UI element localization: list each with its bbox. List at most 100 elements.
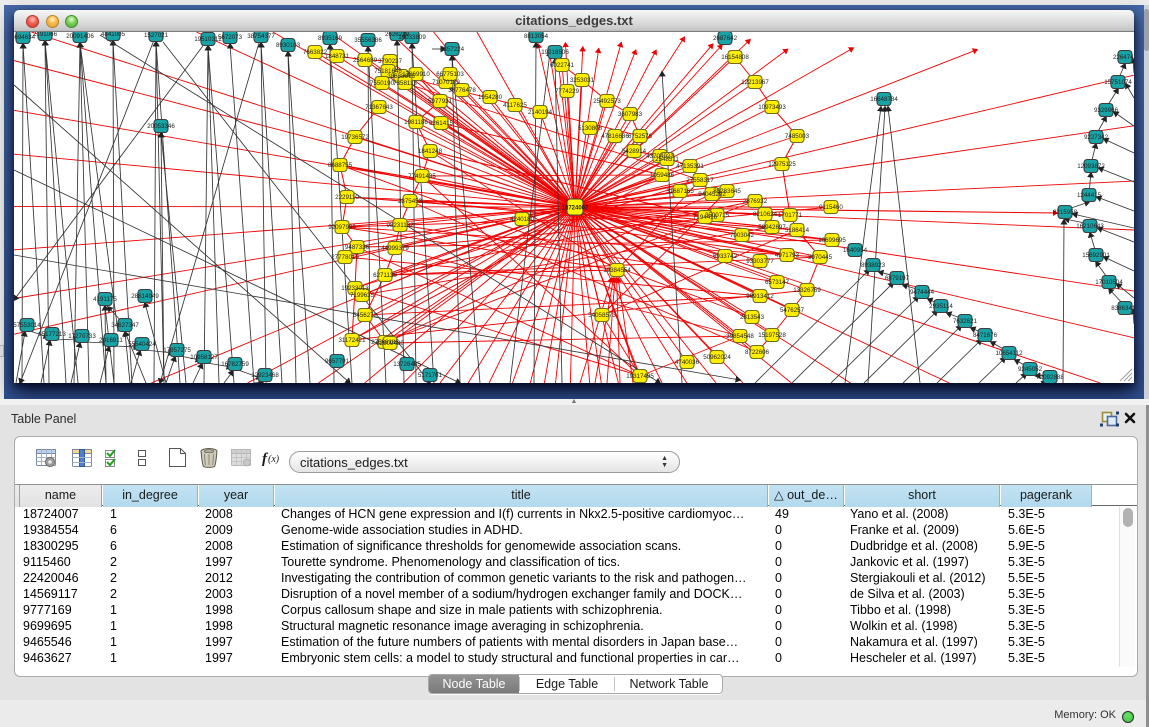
svg-text:9474444: 9474444 <box>910 289 935 296</box>
svg-text:4971793: 4971793 <box>775 252 800 259</box>
svg-text:5186414: 5186414 <box>785 227 810 234</box>
svg-text:1244415: 1244415 <box>1077 192 1102 199</box>
svg-text:20053346: 20053346 <box>147 123 175 130</box>
svg-text:1954280: 1954280 <box>478 94 503 101</box>
svg-text:4841005: 4841005 <box>101 32 126 38</box>
svg-text:1701771: 1701771 <box>778 212 803 219</box>
svg-text:2813543: 2813543 <box>740 314 765 321</box>
svg-text:66775103: 66775103 <box>436 71 464 78</box>
svg-text:17010504: 17010504 <box>1095 279 1123 286</box>
svg-text:55540424: 55540424 <box>128 341 156 348</box>
svg-text:9657791: 9657791 <box>325 358 350 365</box>
svg-text:9487336: 9487336 <box>345 244 370 251</box>
svg-text:1640954: 1640954 <box>843 247 868 254</box>
svg-text:5476257: 5476257 <box>780 307 805 314</box>
svg-text:20091406: 20091406 <box>66 33 94 40</box>
svg-text:30776478: 30776478 <box>448 87 476 94</box>
svg-text:15197528: 15197528 <box>758 332 786 339</box>
svg-text:13326769: 13326769 <box>793 287 821 294</box>
svg-text:4117625: 4117625 <box>503 102 527 109</box>
svg-text:98231132: 98231132 <box>386 222 414 229</box>
svg-text:38754377: 38754377 <box>247 33 275 40</box>
svg-text:2548511: 2548511 <box>655 156 679 163</box>
svg-text:7550190: 7550190 <box>370 80 395 87</box>
svg-text:17957275: 17957275 <box>163 347 191 354</box>
svg-text:7774229: 7774229 <box>555 88 580 95</box>
svg-text:2375453: 2375453 <box>398 198 423 205</box>
svg-text:85283645: 85283645 <box>713 188 741 195</box>
svg-text:16210643: 16210643 <box>1076 223 1104 230</box>
svg-text:92097999: 92097999 <box>328 224 356 231</box>
svg-text:7485003: 7485003 <box>785 133 810 140</box>
svg-text:2876932: 2876932 <box>743 198 768 205</box>
svg-text:9227342: 9227342 <box>1084 134 1109 141</box>
svg-text:6573147: 6573147 <box>765 279 790 286</box>
svg-text:19218506: 19218506 <box>541 49 569 56</box>
svg-text:31172421: 31172421 <box>338 337 366 344</box>
svg-text:50962024: 50962024 <box>703 354 731 361</box>
svg-text:16154808: 16154808 <box>721 54 749 61</box>
svg-text:1981186: 1981186 <box>404 119 428 126</box>
svg-text:5428914: 5428914 <box>622 148 647 155</box>
svg-text:1841248: 1841248 <box>418 148 443 155</box>
svg-text:10973493: 10973493 <box>758 104 786 111</box>
svg-text:9245052: 9245052 <box>1018 366 1043 373</box>
svg-text:8688755: 8688755 <box>328 162 353 169</box>
svg-text:34627347: 34627347 <box>111 322 139 329</box>
svg-text:3253031: 3253031 <box>570 77 595 84</box>
svg-text:9115460: 9115460 <box>819 204 843 211</box>
svg-text:25492573: 25492573 <box>593 98 621 105</box>
svg-text:57553014: 57553014 <box>14 322 41 329</box>
svg-text:2564689: 2564689 <box>353 57 378 64</box>
svg-text:16033809: 16033809 <box>398 34 426 41</box>
svg-text:15692901: 15692901 <box>1082 252 1110 259</box>
svg-text:31687165: 31687165 <box>666 188 694 195</box>
svg-text:71070189: 71070189 <box>432 79 460 86</box>
svg-text:16648784: 16648784 <box>870 96 898 103</box>
svg-text:19317495: 19317495 <box>626 373 654 380</box>
svg-text:83863413: 83863413 <box>1111 305 1134 312</box>
svg-text:4740036: 4740036 <box>675 359 700 366</box>
svg-text:6933742: 6933742 <box>713 253 738 260</box>
svg-text:3607983: 3607983 <box>618 111 643 118</box>
svg-text:2264748: 2264748 <box>1113 54 1134 61</box>
svg-text:1527021: 1527021 <box>144 32 169 39</box>
svg-text:28814949: 28814949 <box>131 293 159 300</box>
svg-text:71367643: 71367643 <box>365 104 393 111</box>
svg-text:39854548: 39854548 <box>726 333 754 340</box>
svg-text:47816686: 47816686 <box>601 133 629 140</box>
svg-text:8938923: 8938923 <box>861 262 886 269</box>
svg-text:7357224: 7357224 <box>440 46 465 53</box>
svg-text:54058573: 54058573 <box>588 312 616 319</box>
svg-text:35556386: 35556386 <box>354 37 382 44</box>
svg-text:5456272: 5456272 <box>353 312 378 319</box>
svg-text:7194416: 7194416 <box>693 214 718 221</box>
svg-text:12213967: 12213967 <box>741 79 769 86</box>
svg-text:44999379: 44999379 <box>381 245 409 252</box>
svg-text:7632621: 7632621 <box>953 318 978 325</box>
svg-text:5130808: 5130808 <box>578 125 603 132</box>
svg-text:2191066: 2191066 <box>33 32 58 38</box>
svg-text:47135391: 47135391 <box>676 163 704 170</box>
svg-text:1848731: 1848731 <box>325 53 350 60</box>
svg-text:19384554: 19384554 <box>603 267 631 274</box>
svg-text:16782759: 16782759 <box>221 361 249 368</box>
svg-text:2935114: 2935114 <box>929 303 953 310</box>
svg-text:27778019: 27778019 <box>331 254 359 261</box>
svg-text:17869910: 17869910 <box>402 71 430 78</box>
svg-text:8813054: 8813054 <box>524 33 549 40</box>
svg-text:5672073: 5672073 <box>218 34 243 41</box>
svg-text:7199635: 7199635 <box>350 292 375 299</box>
svg-text:8935169: 8935169 <box>318 35 343 42</box>
svg-text:65177213: 65177213 <box>38 331 66 338</box>
svg-text:72092888: 72092888 <box>1036 374 1064 381</box>
svg-text:2687642: 2687642 <box>713 35 738 42</box>
svg-text:12975125: 12975125 <box>768 161 796 168</box>
svg-text:99913412: 99913412 <box>746 293 774 300</box>
svg-text:8210624: 8210624 <box>753 211 778 218</box>
svg-text:12923468: 12923468 <box>251 372 279 379</box>
svg-text:58942697: 58942697 <box>758 224 786 231</box>
svg-text:6879197: 6879197 <box>885 275 910 282</box>
svg-text:8930103: 8930103 <box>276 42 301 49</box>
svg-text:18724007: 18724007 <box>562 205 589 211</box>
